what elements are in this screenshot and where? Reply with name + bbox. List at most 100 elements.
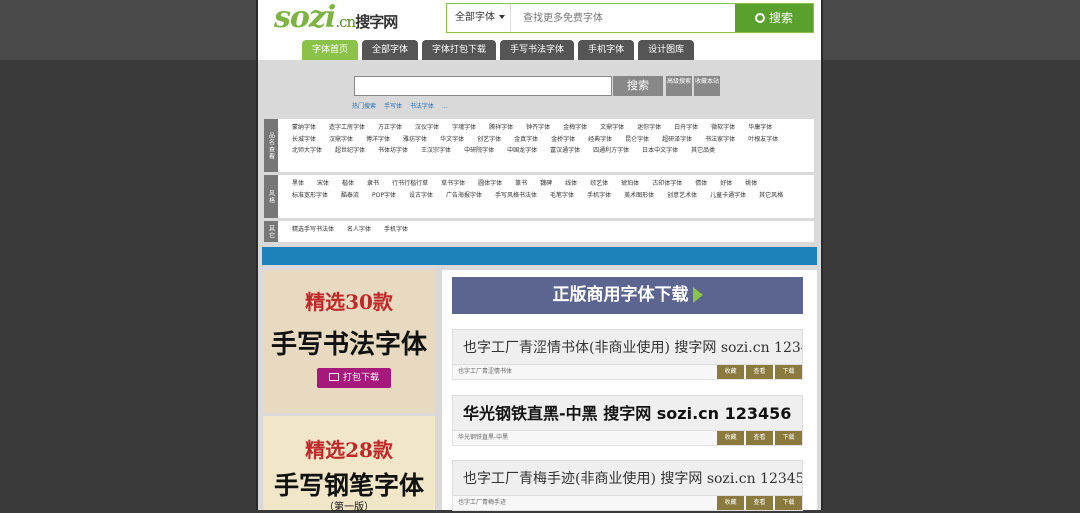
- category-link[interactable]: 中国龙字体: [507, 145, 537, 157]
- view-button[interactable]: 查看: [746, 365, 773, 379]
- category-link[interactable]: 字魂字体: [452, 122, 476, 134]
- category-link[interactable]: 四通利方字体: [593, 145, 629, 157]
- category-link[interactable]: 草书字体: [441, 178, 465, 190]
- font-name[interactable]: 也字工厂青梅手迹: [458, 499, 506, 506]
- hot-link[interactable]: …: [442, 103, 448, 110]
- category-link[interactable]: 方正字体: [378, 122, 402, 134]
- category-link[interactable]: 手机字体: [587, 190, 611, 202]
- download-button[interactable]: 下载: [775, 365, 802, 379]
- category-link[interactable]: 黑体: [292, 178, 304, 190]
- commercial-font-promo[interactable]: 正版商用字体下载: [452, 277, 803, 314]
- category-link[interactable]: 雅坊字体: [403, 134, 427, 146]
- category-link[interactable]: 富汉通字体: [550, 145, 580, 157]
- view-button[interactable]: 查看: [746, 431, 773, 445]
- tab-home[interactable]: 字体首页: [302, 40, 359, 60]
- category-link[interactable]: 造字工房字体: [329, 122, 365, 134]
- category-link[interactable]: 好体: [720, 178, 732, 190]
- category-link[interactable]: 古印体字体: [652, 178, 682, 190]
- category-link[interactable]: 金梅字体: [563, 122, 587, 134]
- category-link[interactable]: 毛笔字体: [550, 190, 574, 202]
- category-link[interactable]: 设古字体: [409, 190, 433, 202]
- font-preview[interactable]: 华光钢铁直黑-中黑 搜字网 sozi.cn 123456: [452, 395, 803, 431]
- download-button[interactable]: 下载: [775, 496, 802, 510]
- category-link[interactable]: 腾祥字体: [489, 122, 513, 134]
- category-link[interactable]: 华康字体: [748, 122, 772, 134]
- font-name[interactable]: 也字工厂青涩情书体: [458, 368, 512, 375]
- category-link[interactable]: 其它风格: [759, 190, 783, 202]
- category-link[interactable]: 微软字体: [711, 122, 735, 134]
- secondary-search-button[interactable]: 搜索: [613, 76, 663, 96]
- category-link[interactable]: 博洋字体: [366, 134, 390, 146]
- banner-pen-pack[interactable]: 精选28款 手写钢笔字体 （第一版）: [263, 416, 435, 513]
- category-link[interactable]: 圆体字体: [478, 178, 502, 190]
- category-link[interactable]: 行书行楷行草: [392, 178, 428, 190]
- category-link[interactable]: 白舟字体: [674, 122, 698, 134]
- category-link[interactable]: 汉仪字体: [415, 122, 439, 134]
- category-link[interactable]: 叶根友字体: [748, 134, 778, 146]
- category-link[interactable]: 超研泽字体: [662, 134, 692, 146]
- tab-all-fonts[interactable]: 全部字体: [362, 40, 419, 60]
- tab-pack-download[interactable]: 字体打包下载: [422, 40, 497, 60]
- category-link[interactable]: 书体坊字体: [378, 145, 408, 157]
- search-category-select[interactable]: 全部字体: [447, 4, 511, 32]
- pack-download-button[interactable]: 打包下载: [317, 368, 391, 388]
- secondary-search-input[interactable]: [354, 76, 612, 96]
- category-link[interactable]: 中研院字体: [464, 145, 494, 157]
- category-link[interactable]: 金真字体: [514, 134, 538, 146]
- category-link[interactable]: 儿童卡通字体: [710, 190, 746, 202]
- category-link[interactable]: POP字体: [372, 190, 396, 202]
- favorite-button[interactable]: 收藏: [717, 431, 744, 445]
- category-link[interactable]: 文鼎字体: [600, 122, 624, 134]
- category-link[interactable]: 综艺体: [590, 178, 608, 190]
- category-link[interactable]: 琥珀体: [621, 178, 639, 190]
- search-input[interactable]: [519, 4, 739, 32]
- category-link[interactable]: 线体: [565, 178, 577, 190]
- category-link[interactable]: 隶书: [367, 178, 379, 190]
- category-link[interactable]: 长城字体: [292, 134, 316, 146]
- font-preview[interactable]: 也字工厂青梅手迹(非商业使用) 搜字网 sozi.cn 123456: [452, 460, 803, 496]
- category-link[interactable]: 楷体: [342, 178, 354, 190]
- site-logo[interactable]: sozi.cn搜字网: [274, 0, 434, 36]
- category-link[interactable]: 广告海报字体: [446, 190, 482, 202]
- favorite-button[interactable]: 收藏: [717, 365, 744, 379]
- category-link[interactable]: 创艺字体: [477, 134, 501, 146]
- font-name[interactable]: 华光钢铁直黑-中黑: [458, 434, 508, 441]
- category-link[interactable]: 宋体: [317, 178, 329, 190]
- category-link[interactable]: 经典字体: [588, 134, 612, 146]
- category-link[interactable]: 金桥字体: [551, 134, 575, 146]
- category-link[interactable]: 魏碑: [540, 178, 552, 190]
- hot-link[interactable]: 手写体: [384, 103, 402, 110]
- tab-design-gallery[interactable]: 设计图库: [638, 40, 695, 60]
- category-link[interactable]: 汉鼎字体: [329, 134, 353, 146]
- bookmark-site-button[interactable]: 收藏本站: [694, 76, 720, 96]
- search-button[interactable]: 搜索: [735, 4, 813, 32]
- download-button[interactable]: 下载: [775, 431, 802, 445]
- category-link[interactable]: 书法家字体: [705, 134, 735, 146]
- hot-link[interactable]: 书法字体: [410, 103, 434, 110]
- category-link[interactable]: 手写风格书法体: [495, 190, 537, 202]
- advanced-search-button[interactable]: 高级搜索: [666, 76, 692, 96]
- category-link[interactable]: 名人字体: [347, 224, 371, 236]
- category-link[interactable]: 酷泰流: [341, 190, 359, 202]
- category-link[interactable]: 手机字体: [384, 224, 408, 236]
- category-link[interactable]: 超世纪字体: [335, 145, 365, 157]
- category-link[interactable]: 姚体: [745, 178, 757, 190]
- banner-handwriting-pack[interactable]: 精选30款 手写书法字体 打包下载: [263, 270, 435, 413]
- category-link[interactable]: 创意艺术体: [667, 190, 697, 202]
- category-link[interactable]: 钟齐字体: [526, 122, 550, 134]
- font-preview[interactable]: 也字工厂青涩情书体(非商业使用) 搜字网 sozi.cn 123456: [452, 329, 803, 365]
- category-link[interactable]: 蒙纳字体: [292, 122, 316, 134]
- tab-handwriting[interactable]: 手写书法字体: [500, 40, 575, 60]
- tab-mobile-fonts[interactable]: 手机字体: [578, 40, 635, 60]
- category-link[interactable]: 篆书: [515, 178, 527, 190]
- category-link[interactable]: 日本中文字体: [642, 145, 678, 157]
- category-link[interactable]: 王汉宗字体: [421, 145, 451, 157]
- category-link[interactable]: 美术图形体: [624, 190, 654, 202]
- view-button[interactable]: 查看: [746, 496, 773, 510]
- category-link[interactable]: 倩体: [695, 178, 707, 190]
- category-link[interactable]: 其它品类: [691, 145, 715, 157]
- category-link[interactable]: 标准宽形字体: [292, 190, 328, 202]
- category-link[interactable]: 北师大字体: [292, 145, 322, 157]
- category-link[interactable]: 迷你字体: [637, 122, 661, 134]
- category-link[interactable]: 精选手写书法体: [292, 224, 334, 236]
